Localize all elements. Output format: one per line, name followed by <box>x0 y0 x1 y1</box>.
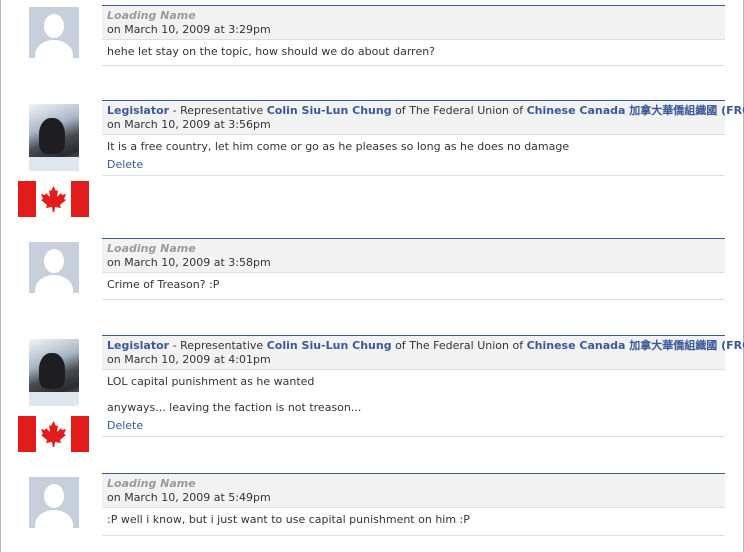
union-text: The Federal Union of <box>409 339 524 352</box>
author-name[interactable]: Loading Name <box>107 477 196 490</box>
post-body: :P well i know, but i just want to use c… <box>102 507 725 527</box>
silhouette-icon[interactable] <box>29 477 79 528</box>
author-name-link[interactable]: Colin Siu-Lun Chung <box>267 104 392 117</box>
post-text: anyways... leaving the faction is not tr… <box>107 401 362 414</box>
author-title-link[interactable]: Legislator <box>107 339 169 352</box>
author-role: Representative <box>180 104 267 117</box>
user-photo[interactable] <box>29 104 79 171</box>
canada-flag-icon <box>18 181 89 217</box>
maple-leaf-icon <box>41 421 66 447</box>
union-text: The Federal Union of <box>409 104 524 117</box>
post-divider <box>102 175 725 176</box>
post-text: hehe let stay on the topic, how should w… <box>107 45 436 58</box>
post-body: hehe let stay on the topic, how should w… <box>102 39 725 59</box>
of-text: of <box>391 339 410 352</box>
user-photo[interactable] <box>29 339 79 406</box>
post-divider <box>102 535 725 536</box>
organization-link[interactable]: Chinese Canada 加拿大華僑組織國 (FRC) <box>527 339 744 352</box>
post-content: Loading Name on March 10, 2009 at 3:58pm… <box>102 238 725 296</box>
post-content: Loading Name on March 10, 2009 at 5:49pm… <box>102 473 725 531</box>
organization-link[interactable]: Chinese Canada 加拿大華僑組織國 (FRC) <box>527 104 744 117</box>
maple-leaf-icon <box>41 186 66 212</box>
post-divider <box>102 65 725 66</box>
post-content: Legislator - Representative Colin Siu-Lu… <box>102 335 744 433</box>
separator: - <box>169 339 181 352</box>
post-date: on March 10, 2009 at 3:56pm <box>107 118 271 131</box>
author-name[interactable]: Loading Name <box>107 242 196 255</box>
silhouette-icon[interactable] <box>29 242 79 293</box>
post-divider <box>102 436 725 437</box>
post-header: Loading Name on March 10, 2009 at 3:29pm <box>102 5 725 39</box>
post-text: It is a free country, let him come or go… <box>107 140 570 153</box>
post-date: on March 10, 2009 at 4:01pm <box>107 353 271 366</box>
post-content: Legislator - Representative Colin Siu-Lu… <box>102 100 744 172</box>
post-header: Loading Name on March 10, 2009 at 3:58pm <box>102 238 725 272</box>
post-date: on March 10, 2009 at 5:49pm <box>107 491 271 504</box>
post-body: LOL capital punishment as he wanted anyw… <box>102 369 725 433</box>
post-text: LOL capital punishment as he wanted <box>107 375 315 388</box>
delete-link[interactable]: Delete <box>107 419 143 432</box>
post-header: Loading Name on March 10, 2009 at 5:49pm <box>102 473 725 507</box>
post-text: :P well i know, but i just want to use c… <box>107 513 470 526</box>
author-title-link[interactable]: Legislator <box>107 104 169 117</box>
silhouette-icon[interactable] <box>29 7 79 58</box>
of-text: of <box>391 104 410 117</box>
post-divider <box>102 299 725 300</box>
author-name-link[interactable]: Colin Siu-Lun Chung <box>267 339 392 352</box>
author-name[interactable]: Loading Name <box>107 9 196 22</box>
author-role: Representative <box>180 339 267 352</box>
post-content: Loading Name on March 10, 2009 at 3:29pm… <box>102 5 725 63</box>
post-date: on March 10, 2009 at 3:29pm <box>107 23 271 36</box>
canada-flag-icon <box>18 416 89 452</box>
separator: - <box>169 104 181 117</box>
delete-link[interactable]: Delete <box>107 158 143 171</box>
post-header: Legislator - Representative Colin Siu-Lu… <box>102 335 744 369</box>
post-header: Legislator - Representative Colin Siu-Lu… <box>102 100 744 134</box>
post-text: Crime of Treason? :P <box>107 278 220 291</box>
post-body: It is a free country, let him come or go… <box>102 134 725 172</box>
left-border <box>0 0 1 552</box>
post-date: on March 10, 2009 at 3:58pm <box>107 256 271 269</box>
post-body: Crime of Treason? :P <box>102 272 725 292</box>
